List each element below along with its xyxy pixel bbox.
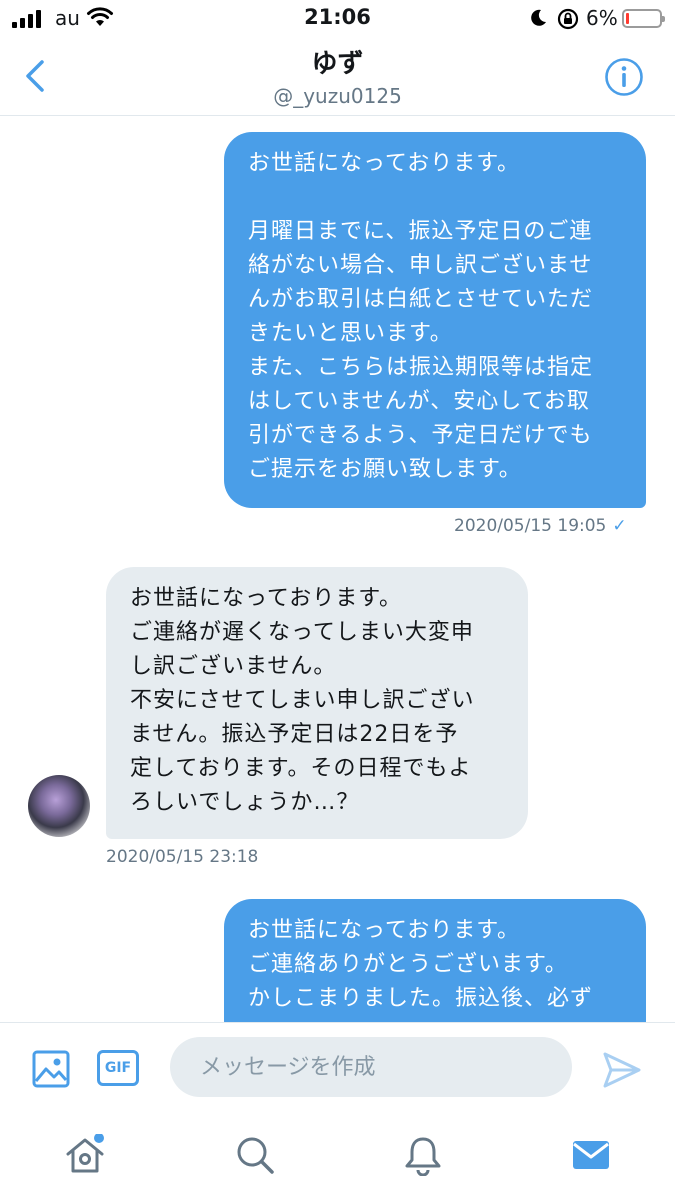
message-timestamp: 2020/05/15 23:18 <box>106 847 259 867</box>
battery-percentage: 6% <box>586 6 618 30</box>
message-input[interactable] <box>170 1037 572 1097</box>
message-composer: GIF <box>0 1022 675 1108</box>
moon-icon <box>528 8 548 32</box>
battery-icon <box>622 9 665 28</box>
message-timestamp: 2020/05/15 19:05 ✓ <box>454 516 627 536</box>
conversation-handle: @_yuzu0125 <box>273 84 402 108</box>
send-icon[interactable] <box>602 1051 642 1093</box>
status-bar: au 21:06 6% <box>0 0 675 38</box>
read-check-icon: ✓ <box>612 516 627 536</box>
rotation-lock-icon <box>556 7 580 35</box>
conversation-header: ゆず @_yuzu0125 <box>0 38 675 116</box>
timestamp-text: 2020/05/15 19:05 <box>454 516 607 536</box>
avatar[interactable] <box>28 775 90 837</box>
conversation-title: ゆず <box>311 49 364 79</box>
messages-icon[interactable] <box>570 1134 612 1180</box>
message-bubble-incoming[interactable]: お世話になっております。 ご連絡が遅くなってしまい大変申 し訳ございません。 不… <box>106 567 528 839</box>
image-icon[interactable] <box>32 1050 70 1092</box>
search-icon[interactable] <box>234 1134 276 1180</box>
home-icon[interactable] <box>64 1133 106 1180</box>
tab-bar <box>0 1108 675 1200</box>
info-icon[interactable] <box>604 57 644 97</box>
gif-button[interactable]: GIF <box>97 1050 139 1086</box>
message-bubble-outgoing[interactable]: お世話になっております。 月曜日までに、振込予定日のご連 絡がない場合、申し訳ご… <box>224 132 646 508</box>
notifications-icon[interactable] <box>402 1134 444 1180</box>
